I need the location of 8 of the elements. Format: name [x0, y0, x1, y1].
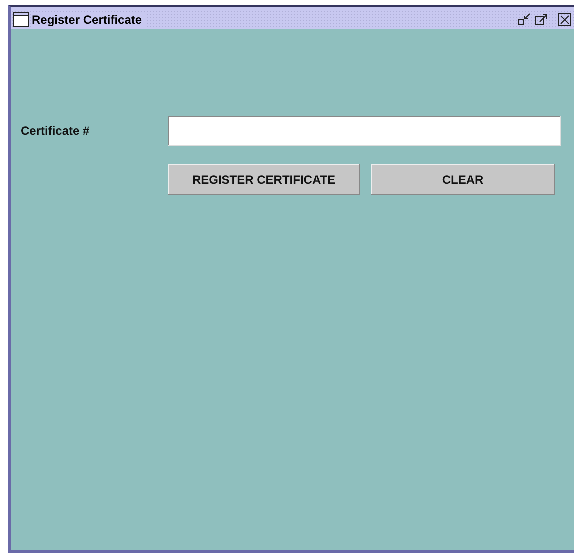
maximize-icon[interactable]: [535, 12, 549, 26]
register-button[interactable]: REGISTER CERTIFICATE: [168, 164, 360, 195]
certificate-label: Certificate #: [21, 124, 91, 138]
clear-button[interactable]: CLEAR: [371, 164, 555, 195]
window-title: Register Certificate: [32, 12, 146, 26]
close-icon[interactable]: [558, 12, 572, 26]
certificate-input[interactable]: [168, 116, 561, 146]
minimize-icon[interactable]: [518, 12, 532, 26]
